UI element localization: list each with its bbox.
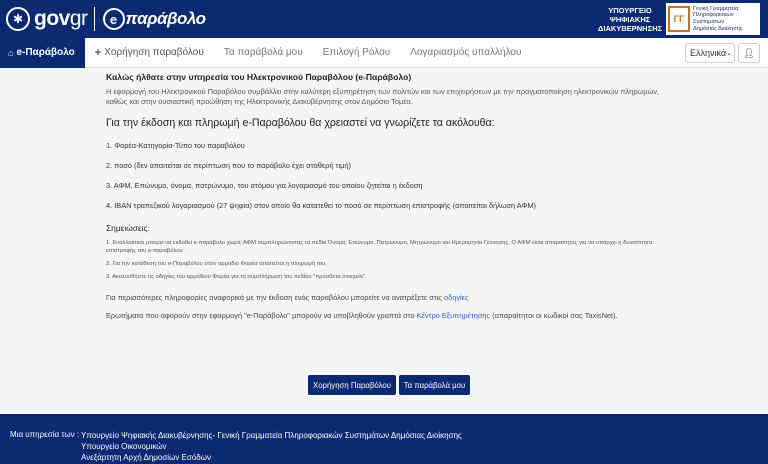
parabolo-logo-text: παράβολο <box>125 9 207 28</box>
list-item: 2. ποσό (δεν απαιτείται σε περίπτωση που… <box>106 160 351 170</box>
info-instructions: Για περισσότερες πληροφορίες αναφορικά μ… <box>106 293 469 302</box>
footer-agency: Ανεξάρτητη Αρχή Δημοσίων Εσόδων <box>81 453 211 462</box>
home-icon: ⌂ <box>8 47 14 58</box>
nav-item-label: Τα παράβολά μου <box>223 47 303 58</box>
govgr-logo[interactable]: ✱ govgr <box>6 7 88 31</box>
top-header: ✱ govgr e παράβολο ΥΠΟΥΡΓΕΙΟ ΨΗΦΙΑΚΗΣ ΔΙ… <box>0 0 768 38</box>
action-buttons: Χορήγηση Παραβόλου Τα παράβολά μου <box>308 375 470 395</box>
instructions-link[interactable]: οδηγίες <box>444 293 469 302</box>
nav-item-employee-account[interactable]: Λογαριασμός υπαλλήλου <box>400 38 531 68</box>
nav-right-controls: Ελληνικά ⌄ 👤︎ <box>685 43 760 63</box>
plus-icon: + <box>94 46 102 59</box>
ministry-branding: ΥΠΟΥΡΓΕΙΟ ΨΗΦΙΑΚΗΣ ΔΙΑΚΥΒΕΡΝΗΣΗΣ ΓΓ Γενι… <box>598 3 760 35</box>
issue-parabolo-button[interactable]: Χορήγηση Παραβόλου <box>308 375 396 395</box>
language-select[interactable]: Ελληνικά ⌄ <box>685 43 735 63</box>
list-item: 3. ΑΦΜ, Επώνυμο, όνομα, πατρώνυμο, του α… <box>106 180 423 190</box>
language-value: Ελληνικά <box>690 48 727 58</box>
my-parabola-button[interactable]: Τα παράβολά μου <box>399 375 470 395</box>
footer-agencies: Υπουργείο Ψηφιακής Διακυβέρνησης- Γενική… <box>81 430 462 463</box>
list-item: 2. Για την κατάθεση του e-Παραβόλου στον… <box>106 261 327 267</box>
nav-item-my-parabola[interactable]: Τα παράβολά μου <box>214 38 313 68</box>
chevron-down-icon: ⌄ <box>726 50 732 57</box>
nav-item-home[interactable]: ⌂ e-Παράβολο <box>0 37 85 68</box>
footer: Μια υπηρεσία των : Υπουργείο Ψηφιακής Δι… <box>0 414 768 464</box>
greek-seal-icon: ✱ <box>6 7 30 31</box>
e-letter-icon: e <box>102 8 125 30</box>
requirements-heading: Για την έκδοση και πληρωμή e-Παραβόλου θ… <box>106 117 495 129</box>
notes-title: Σημειώσεις: <box>106 223 150 233</box>
footer-agency: Υπουργείο Οικονομικών <box>81 442 167 451</box>
info-support: Ερωτήματα που αφορούν στην εφαρμογή "e-Π… <box>106 311 618 320</box>
ministry-name: ΥΠΟΥΡΓΕΙΟ ΨΗΦΙΑΚΗΣ ΔΙΑΚΥΒΕΡΝΗΣΗΣ <box>598 5 662 33</box>
requirements-list: 1. Φορέα-Κατηγορία-Τύπο του παραβόλου 2.… <box>106 135 666 215</box>
footer-label: Μια υπηρεσία των : <box>10 430 80 439</box>
gsis-mark-icon: ΓΓ <box>668 6 690 32</box>
intro-text: Η εφαρμογή του Ηλεκτρονικού Παραβόλου συ… <box>106 87 660 106</box>
parabolo-logo[interactable]: e παράβολο <box>102 8 207 30</box>
notes-list: 1. Εναλλακτικά μπορεί να εκδοθεί e-παράβ… <box>106 239 666 281</box>
user-button[interactable]: 👤︎ <box>738 43 760 63</box>
support-center-link[interactable]: Κέντρο Εξυπηρέτησης <box>417 311 490 320</box>
logo-divider <box>93 7 95 31</box>
nav-item-label: Επιλογή Ρόλου <box>322 47 391 58</box>
nav-item-select-role[interactable]: Επιλογή Ρόλου <box>313 38 400 68</box>
gsis-logo-text: Γενική Γραμματεία Πληροφοριακών Συστημάτ… <box>693 5 743 32</box>
nav-item-label: Χορήγηση παραβόλου <box>104 47 204 58</box>
welcome-title: Καλώς ήλθατε στην υπηρεσία του Ηλεκτρονι… <box>106 72 412 82</box>
list-item: 1. Εναλλακτικά μπορεί να εκδοθεί e-παράβ… <box>106 240 653 254</box>
nav-item-label: Λογαριασμός υπαλλήλου <box>410 47 522 58</box>
nav-item-label: e-Παράβολο <box>16 47 75 58</box>
user-icon: 👤︎ <box>743 47 755 58</box>
main-nav: ⌂ e-Παράβολο + Χορήγηση παραβόλου Τα παρ… <box>0 37 768 68</box>
govgr-logo-text: govgr <box>34 7 88 30</box>
list-item: 3. Ακολουθήστε τις οδηγίες του αρμόδιου … <box>106 274 367 280</box>
main-content: Καλώς ήλθατε στην υπηρεσία του Ηλεκτρονι… <box>106 72 666 320</box>
footer-agency: Υπουργείο Ψηφιακής Διακυβέρνησης- Γενική… <box>81 431 462 440</box>
nav-item-issue-parabolo[interactable]: + Χορήγηση παραβόλου <box>85 38 214 68</box>
gsis-logo: ΓΓ Γενική Γραμματεία Πληροφοριακών Συστη… <box>666 3 760 35</box>
list-item: 4. IBAN τραπεζικού λογαριασμού (27 ψηφία… <box>106 200 537 210</box>
list-item: 1. Φορέα-Κατηγορία-Τύπο του παραβόλου <box>106 140 245 150</box>
